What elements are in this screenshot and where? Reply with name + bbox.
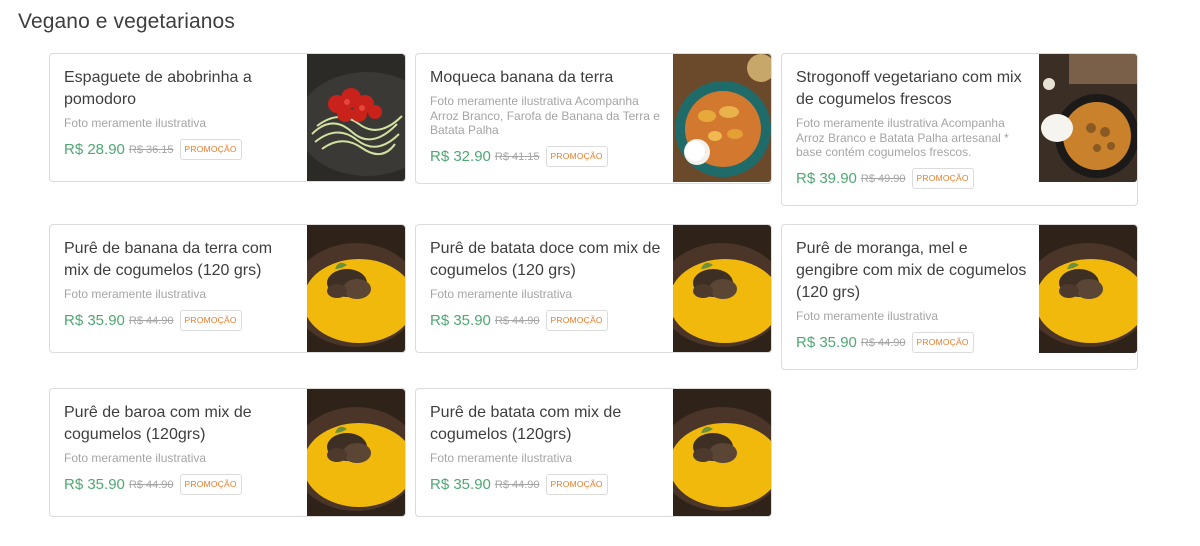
product-price: R$ 39.90 [796,170,857,187]
product-description: Foto meramente ilustrativa [64,116,207,130]
product-price: R$ 28.90 [64,141,125,158]
promo-badge: PROMOÇÃO [911,332,974,353]
pure-mushroom-photo[interactable] [307,225,405,352]
promo-badge: PROMOÇÃO [911,168,974,189]
pure-mushroom-photo[interactable] [1039,225,1137,353]
product-price: R$ 32.90 [430,148,491,165]
product-description: Foto meramente ilustrativa [430,287,573,301]
pure-mushroom-photo[interactable] [307,389,405,516]
product-old-price: R$ 36.15 [128,143,174,156]
product-price: R$ 35.90 [430,312,491,329]
product-old-price: R$ 41.15 [494,150,540,163]
product-card[interactable]: Purê de baroa com mix de cogumelos (120g… [49,388,406,517]
product-card[interactable]: Purê de batata doce com mix de cogumelos… [415,224,772,353]
product-description: Foto meramente ilustrativa Acompanha Arr… [430,94,660,137]
product-old-price: R$ 44.90 [494,478,540,491]
product-name: Espaguete de abobrinha a pomodoro [64,69,252,108]
product-card[interactable]: Purê de moranga, mel e gengibre com mix … [781,224,1138,370]
promo-badge: PROMOÇÃO [179,310,242,331]
moqueca-photo[interactable] [673,54,771,182]
product-name: Purê de batata com mix de cogumelos (120… [430,404,622,443]
product-old-price: R$ 44.90 [128,478,174,491]
promo-badge: PROMOÇÃO [179,474,242,495]
product-description: Foto meramente ilustrativa [64,451,207,465]
product-name: Purê de batata doce com mix de cogumelos… [430,240,661,279]
product-old-price: R$ 44.90 [128,314,174,327]
product-card[interactable]: Purê de banana da terra com mix de cogum… [49,224,406,353]
product-name: Moqueca banana da terra [430,69,614,86]
section-title: Vegano e vegetarianos [18,10,235,33]
product-old-price: R$ 49.90 [860,172,906,185]
product-price: R$ 35.90 [430,476,491,493]
product-name: Purê de banana da terra com mix de cogum… [64,240,273,279]
zucchini-pomodoro-photo[interactable] [307,54,405,181]
pure-mushroom-photo[interactable] [673,389,771,516]
product-price: R$ 35.90 [64,312,125,329]
product-card[interactable]: Moqueca banana da terra Foto meramente i… [415,53,772,184]
product-card[interactable]: Strogonoff vegetariano com mix de cogume… [781,53,1138,206]
product-card[interactable]: Espaguete de abobrinha a pomodoro Foto m… [49,53,406,182]
product-description: Foto meramente ilustrativa [430,451,573,465]
strogonoff-photo[interactable] [1039,54,1137,182]
product-description: Foto meramente ilustrativa Acompanha Arr… [796,116,1009,159]
product-name: Purê de moranga, mel e gengibre com mix … [796,240,1027,301]
product-name: Strogonoff vegetariano com mix de cogume… [796,69,1022,108]
product-price: R$ 35.90 [796,334,857,351]
product-card[interactable]: Purê de batata com mix de cogumelos (120… [415,388,772,517]
product-description: Foto meramente ilustrativa [64,287,207,301]
promo-badge: PROMOÇÃO [179,139,242,160]
promo-badge: PROMOÇÃO [545,474,608,495]
promo-badge: PROMOÇÃO [545,310,608,331]
product-old-price: R$ 44.90 [860,336,906,349]
pure-mushroom-photo[interactable] [673,225,771,352]
promo-badge: PROMOÇÃO [545,146,608,167]
product-description: Foto meramente ilustrativa [796,309,939,323]
product-price: R$ 35.90 [64,476,125,493]
product-name: Purê de baroa com mix de cogumelos (120g… [64,404,252,443]
product-old-price: R$ 44.90 [494,314,540,327]
